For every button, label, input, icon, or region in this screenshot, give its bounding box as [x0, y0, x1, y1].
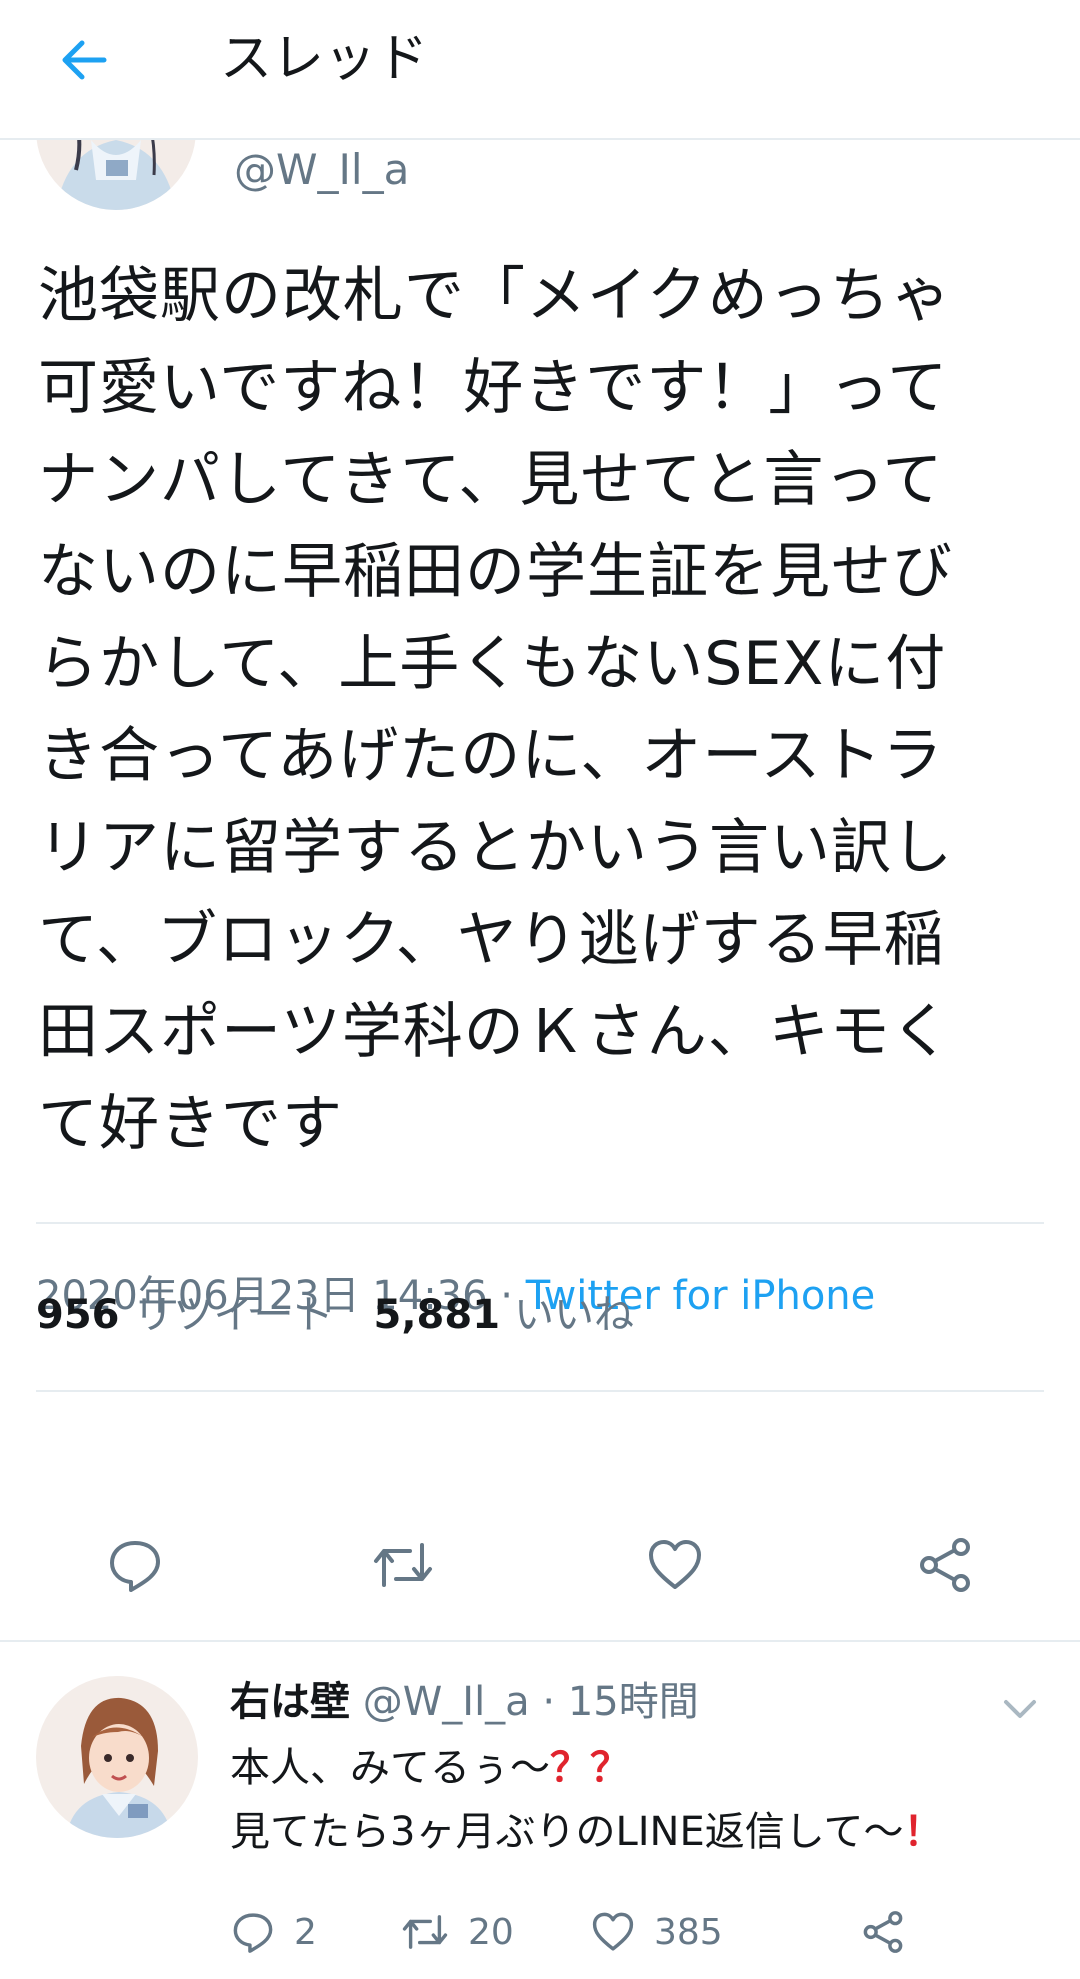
- tweet-text-line: らかして、上手くもないSEXに付: [38, 629, 947, 699]
- like-label[interactable]: いいね: [514, 1292, 634, 1338]
- reply-text-line: 本人、みてるぅ〜？？: [230, 1736, 944, 1800]
- tweet-text-line: き合ってあげたのに、オーストラ: [38, 721, 944, 791]
- tweet-text-line: 田スポーツ学科のＫさん、キモく: [38, 997, 952, 1067]
- reply-button[interactable]: 2: [230, 1902, 317, 1962]
- retweet-count[interactable]: 956: [36, 1292, 120, 1338]
- reply-text-line: 見てたら3ヶ月ぶりのLINE返信して〜！: [230, 1800, 944, 1864]
- tweet-text-line: 可愛いですね！好きです！」って: [38, 353, 949, 423]
- tweet-menu-button[interactable]: [996, 1684, 1044, 1732]
- tweet-text: 池袋駅の改札で「メイクめっちゃ 可愛いですね！好きです！」って ナンパしてきて、…: [38, 250, 1048, 1170]
- reply-author-handle[interactable]: @W_Il_a: [363, 1679, 530, 1725]
- page-title: スレッド: [220, 29, 429, 89]
- reply-line-text: 見てたら3ヶ月ぶりのLINE返信して〜: [230, 1809, 904, 1855]
- tweet-actions: [0, 1530, 1080, 1610]
- tweet-text-line: リアに留学するとかいう言い訳し: [38, 813, 953, 883]
- tweet-text-line: ないのに早稲田の学生証を見せび: [38, 537, 953, 607]
- tweet-text-line: 池袋駅の改札で「メイクめっちゃ: [38, 261, 952, 331]
- reply-author-name[interactable]: 右は壁: [230, 1679, 350, 1725]
- share-button[interactable]: [910, 1530, 980, 1600]
- like-button[interactable]: 385: [590, 1902, 723, 1962]
- reply-text: 本人、みてるぅ〜？？ 見てたら3ヶ月ぶりのLINE返信して〜！: [230, 1736, 944, 1864]
- like-count[interactable]: 5,881: [374, 1292, 501, 1338]
- share-icon: [920, 1538, 970, 1592]
- retweet-icon: [402, 1915, 448, 1949]
- reply-icon: [233, 1913, 273, 1953]
- retweet-label[interactable]: リツイート: [134, 1292, 334, 1338]
- reply-count: 2: [294, 1911, 317, 1953]
- exclamation-mark: ！: [903, 1809, 944, 1855]
- meta-separator: ·: [529, 1679, 568, 1725]
- retweet-button[interactable]: [368, 1530, 438, 1600]
- question-marks: ？？: [550, 1745, 630, 1791]
- tweet-stats: 956 リツイート 5,881 いいね: [36, 1285, 674, 1345]
- tweet-text-line: て好きです: [38, 1089, 343, 1159]
- divider: [36, 1222, 1044, 1224]
- share-button[interactable]: [860, 1902, 906, 1962]
- reply-icon: [110, 1541, 160, 1592]
- like-icon: [649, 1540, 701, 1589]
- like-icon: [592, 1912, 634, 1951]
- reply-button[interactable]: [100, 1530, 170, 1600]
- chevron-down-icon: [1004, 1700, 1036, 1718]
- like-count: 385: [654, 1911, 723, 1953]
- reply-timestamp: 15時間: [567, 1679, 699, 1725]
- avatar[interactable]: [36, 1676, 198, 1838]
- like-button[interactable]: [640, 1530, 710, 1600]
- reply-tweet[interactable]: 右は壁 @W_Il_a · 15時間 本人、みてるぅ〜？？ 見てたら3ヶ月ぶりの…: [0, 1642, 1080, 1979]
- avatar-illustration: [36, 1676, 198, 1838]
- retweet-count: 20: [468, 1911, 514, 1953]
- back-arrow-icon: [62, 40, 107, 80]
- retweet-button[interactable]: 20: [400, 1902, 514, 1962]
- retweet-icon: [374, 1543, 432, 1587]
- divider: [36, 1390, 1044, 1392]
- reply-header: 右は壁 @W_Il_a · 15時間: [230, 1672, 699, 1732]
- reply-actions: 2 20 385: [230, 1902, 1080, 1962]
- tweet-handle[interactable]: @W_Il_a: [234, 140, 409, 200]
- tweet-text-line: ナンパしてきて、見せてと言って: [38, 445, 944, 515]
- tweet-text-line: て、ブロック、ヤり逃げする早稲: [38, 905, 945, 975]
- back-button[interactable]: [54, 30, 114, 90]
- top-bar: スレッド: [0, 0, 1080, 140]
- reply-line-text: 本人、みてるぅ〜: [230, 1745, 550, 1791]
- share-icon: [863, 1911, 903, 1953]
